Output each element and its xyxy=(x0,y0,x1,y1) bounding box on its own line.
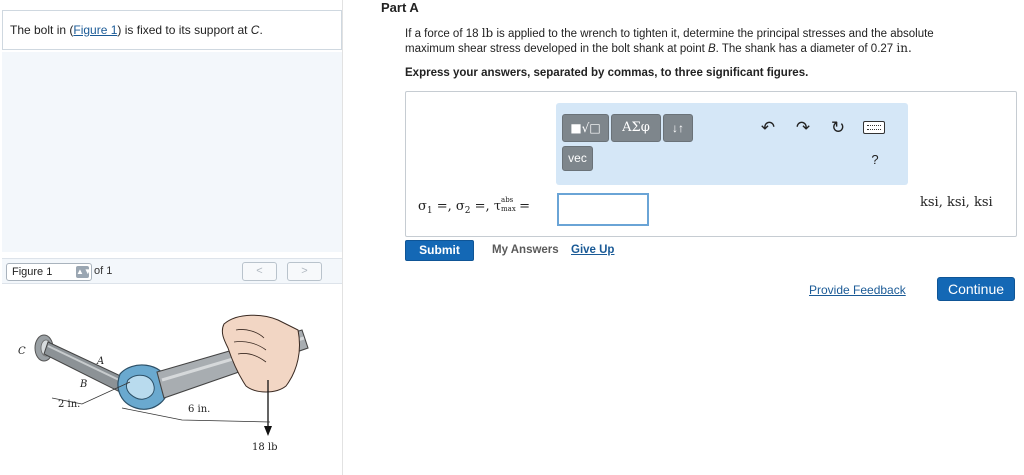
problem-statement: If a force of 18 lb is applied to the wr… xyxy=(405,26,1005,56)
answer-units: ksi, ksi, ksi xyxy=(920,195,993,210)
my-answers-label: My Answers xyxy=(492,244,559,256)
problem-line-2: maximum shear stress developed in the bo… xyxy=(405,41,912,55)
figure-link[interactable]: Figure 1 xyxy=(73,23,117,37)
dimension-2in: 2 in. xyxy=(58,399,80,410)
greek-symbols-button[interactable]: ΑΣφ xyxy=(611,114,661,142)
redo-icon[interactable]: ↷ xyxy=(791,116,815,140)
give-up-link[interactable]: Give Up xyxy=(571,244,614,256)
submit-button[interactable]: Submit xyxy=(405,240,474,261)
answer-instructions: Express your answers, separated by comma… xyxy=(405,67,809,79)
figure-image: C A B 2 in. 6 in. 18 lb xyxy=(2,290,342,475)
undo-icon[interactable]: ↶ xyxy=(756,116,780,140)
previous-figure-button[interactable]: < xyxy=(242,262,277,281)
reset-icon[interactable]: ↻ xyxy=(826,116,850,140)
problem-line-1: If a force of 18 lb is applied to the wr… xyxy=(405,26,934,40)
label-c: C xyxy=(18,346,26,357)
wrench-bolt-diagram: C A B 2 in. 6 in. 18 lb xyxy=(18,314,309,453)
figure-select[interactable]: Figure 1 ▲▼ xyxy=(6,263,92,281)
arrows-button[interactable]: ↓↑ xyxy=(663,114,693,142)
intro-text-2: ) is fixed to its support at xyxy=(117,23,251,37)
figure-select-value: Figure 1 xyxy=(12,266,53,278)
label-a: A xyxy=(96,356,104,367)
intro-text: The bolt in ( xyxy=(10,23,74,37)
next-figure-button[interactable]: > xyxy=(287,262,322,281)
keyboard-icon[interactable] xyxy=(863,121,885,134)
figure-count: of 1 xyxy=(94,265,113,277)
figure-navigation-bar: Figure 1 ▲▼ of 1 < > xyxy=(2,258,342,284)
problem-intro: The bolt in (Figure 1) is fixed to its s… xyxy=(2,10,342,50)
answer-input[interactable] xyxy=(557,193,649,226)
left-panel-background xyxy=(2,52,342,252)
help-icon[interactable]: ? xyxy=(865,150,885,170)
part-title: Part A xyxy=(381,0,419,15)
left-panel: The bolt in (Figure 1) is fixed to its s… xyxy=(0,0,343,475)
label-b: B xyxy=(79,379,87,390)
templates-button[interactable]: ■√□ xyxy=(562,114,609,142)
math-toolbar: ■√□ ΑΣφ ↓↑ vec ↶ ↷ ↻ ? xyxy=(556,103,908,185)
answer-area: ■√□ ΑΣφ ↓↑ vec ↶ ↷ ↻ ? σ1 =, σ2 =, τ abs m… xyxy=(405,91,1017,237)
vector-button[interactable]: vec xyxy=(562,146,593,171)
dimension-6in: 6 in. xyxy=(188,404,210,415)
continue-button[interactable]: Continue xyxy=(937,277,1015,301)
intro-end: . xyxy=(259,23,263,37)
answer-label: σ1 =, σ2 =, τ abs max = xyxy=(418,196,531,216)
force-label: 18 lb xyxy=(252,442,278,453)
provide-feedback-link[interactable]: Provide Feedback xyxy=(809,283,906,297)
select-chevron-icon: ▲▼ xyxy=(76,266,92,278)
